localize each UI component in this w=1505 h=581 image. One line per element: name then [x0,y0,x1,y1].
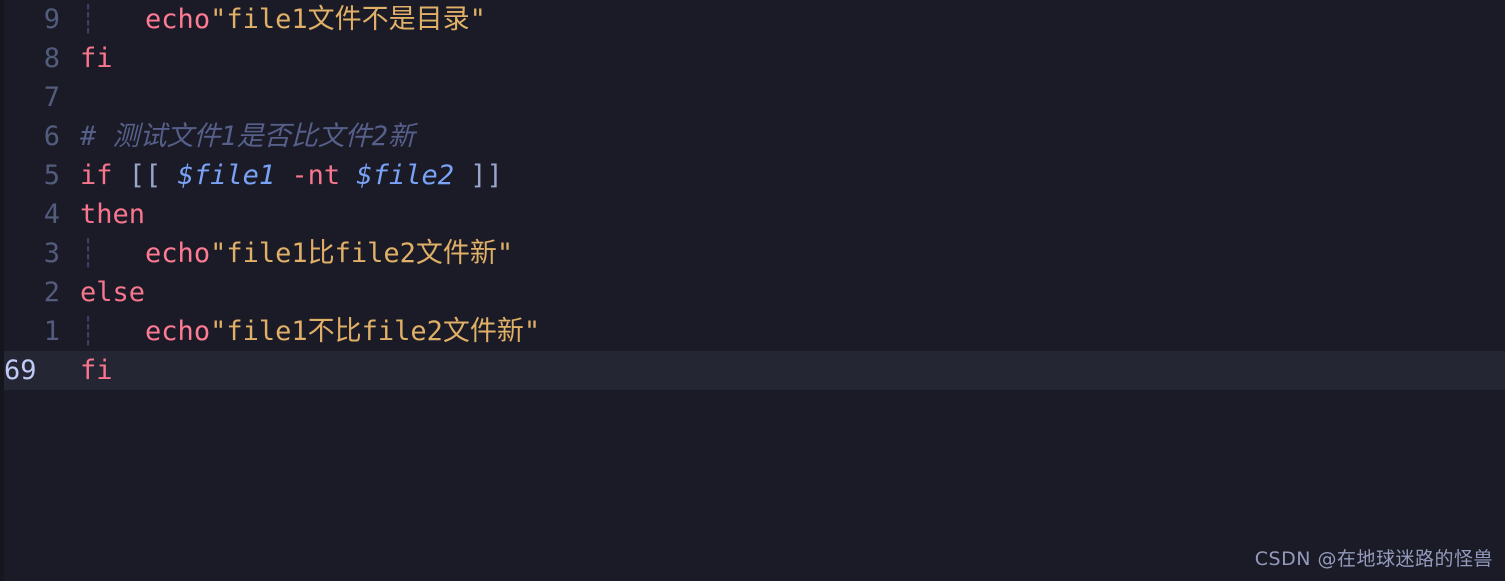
line-number: 1 [43,316,60,347]
code-line-content[interactable]: ┊ echo"file1不比file2文件新" [66,312,1505,351]
token-builtin: echo [145,4,211,35]
token-keyword: else [80,277,146,308]
token-string: " [496,238,514,269]
code-line-current[interactable]: 69 fi [0,351,1505,390]
code-line[interactable]: 2 else [0,273,1505,312]
token-string: file2 [334,238,416,269]
code-line-content[interactable]: # 测试文件1是否比文件2新 [66,117,1505,156]
line-number: 6 [43,121,60,152]
code-line[interactable]: 9 ┊ echo"file1文件不是目录" [0,0,1505,39]
indent-guide-icon: ┊ [80,4,97,35]
code-line-content[interactable]: fi [66,39,1505,78]
token-keyword: if [80,160,113,191]
token-string: 文件不是目录 [307,4,470,35]
line-number: 7 [43,82,60,113]
token-punct: [[ [128,160,162,191]
code-editor[interactable]: 9 ┊ echo"file1文件不是目录" 8 fi 7 6 # 测试文件1是否比文件2新 5… [0,0,1505,581]
token-string: "file1 [210,238,308,269]
code-line-content[interactable]: then [66,195,1505,234]
token-string: file2 [361,316,443,347]
token-keyword: then [80,199,146,230]
code-line[interactable]: 8 fi [0,39,1505,78]
editor-left-edge-strip [0,0,4,581]
token-variable: $file1 [177,160,276,191]
token-variable: $file2 [356,160,454,191]
code-line[interactable]: 5 if [[ $file1 -nt $file2 ]] [0,156,1505,195]
token-comment: 1 [220,121,237,152]
indent-guide-icon: ┊ [80,238,97,269]
token-string: "file1 [210,4,308,35]
code-line[interactable]: 3 ┊ echo"file1比file2文件新" [0,234,1505,273]
token-string: " [523,316,541,347]
token-comment: 测试文件 [112,121,221,152]
code-line-content[interactable]: ┊ echo"file1比file2文件新" [66,234,1505,273]
token-builtin: echo [145,316,211,347]
code-lines-container[interactable]: 9 ┊ echo"file1文件不是目录" 8 fi 7 6 # 测试文件1是否比文件2新 5… [0,0,1505,390]
csdn-watermark: CSDN @在地球迷路的怪兽 [1254,548,1493,570]
token-comment: 是否比文件 [236,121,372,152]
token-comment: 2 [371,121,389,152]
token-keyword: fi [80,43,113,74]
line-number: 4 [43,199,60,230]
line-number: 2 [43,277,60,308]
line-number: 3 [43,238,60,269]
token-keyword: -nt [291,160,341,191]
token-string: "file1 [210,316,308,347]
line-number: 69 [4,355,37,386]
token-string: 不比 [307,316,362,347]
code-line-content[interactable]: if [[ $file1 -nt $file2 ]] [66,156,1505,195]
token-comment: # [80,121,113,152]
token-string: 比 [307,238,335,269]
token-punct: ]] [470,160,503,191]
code-line[interactable]: 7 [0,78,1505,117]
code-line-content[interactable]: else [66,273,1505,312]
line-number: 5 [43,160,60,191]
token-string: 文件新 [442,316,524,347]
token-keyword: fi [80,355,113,386]
line-number: 9 [43,4,60,35]
code-line[interactable]: 6 # 测试文件1是否比文件2新 [0,117,1505,156]
token-comment: 新 [388,121,416,152]
code-line-content[interactable]: fi [66,351,1505,390]
token-string: 文件新 [415,238,497,269]
indent-guide-icon: ┊ [80,316,97,347]
token-string: " [469,4,486,35]
code-line[interactable]: 4 then [0,195,1505,234]
code-line[interactable]: 1 ┊ echo"file1不比file2文件新" [0,312,1505,351]
code-line-content[interactable]: ┊ echo"file1文件不是目录" [66,0,1505,39]
token-builtin: echo [145,238,211,269]
line-number: 8 [43,43,60,74]
